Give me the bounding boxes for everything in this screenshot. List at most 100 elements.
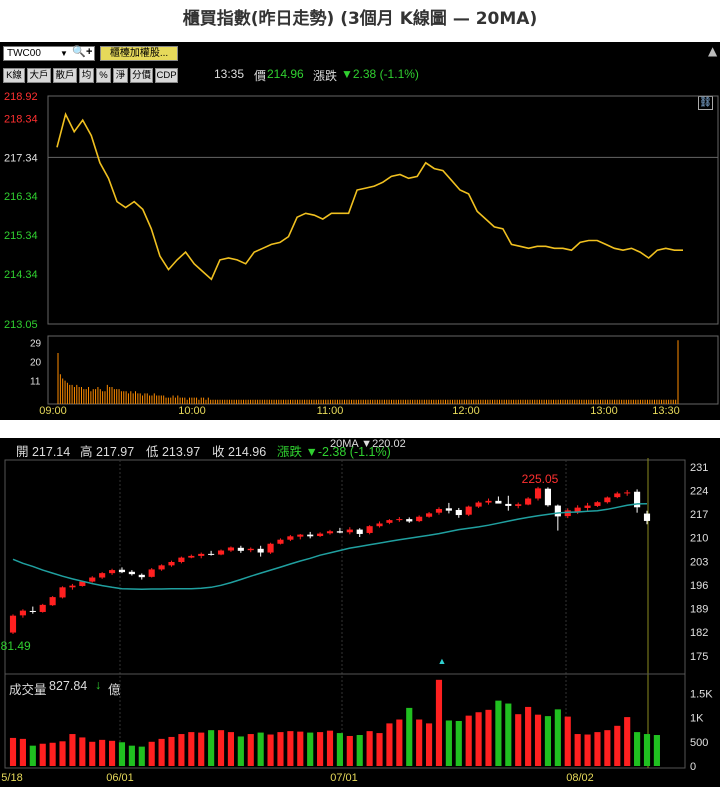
- price-plot-frame: [47, 95, 719, 325]
- volume-bar: [19, 738, 26, 766]
- volume-bar: [515, 714, 522, 766]
- x-tick-label: 5/18: [1, 772, 22, 784]
- volume-bar: [188, 732, 195, 766]
- volume-bar: [326, 730, 334, 766]
- max-annotation: 225.05: [522, 472, 559, 486]
- y-tick-label: 214.34: [4, 269, 38, 281]
- candle-up: [247, 548, 254, 551]
- candle-up: [59, 587, 66, 598]
- x-tick-label: 12:00: [452, 405, 480, 417]
- y-tick-label: 213.05: [4, 319, 38, 331]
- volume-bar: [544, 716, 552, 766]
- candle-up: [39, 604, 46, 612]
- volume-bar: [594, 732, 601, 766]
- candle-up: [217, 550, 225, 555]
- y-tick-label: 217.34: [4, 152, 38, 164]
- y-tick-label: 175: [690, 651, 708, 663]
- candle-up: [49, 597, 56, 606]
- volume-bar: [49, 742, 56, 766]
- candle-up: [158, 565, 165, 570]
- volume-bar: [59, 741, 66, 766]
- volume-bar: [406, 707, 413, 766]
- volume-bar: [624, 717, 631, 766]
- volume-bar: [614, 725, 621, 766]
- volume-bar: [634, 732, 641, 766]
- y-tick-label: 224: [690, 485, 708, 497]
- candle-up: [594, 502, 601, 506]
- candle-up: [485, 500, 492, 503]
- volume-bar: [168, 736, 175, 766]
- volume-bar: [386, 723, 393, 766]
- volume-bar: [425, 723, 433, 766]
- volume-bar: [564, 716, 571, 766]
- candle-up: [435, 508, 443, 513]
- ma20-line: [12, 503, 648, 591]
- candle-up: [277, 539, 284, 544]
- y-tick-label: 218.34: [4, 114, 38, 126]
- volume-bar: [267, 734, 274, 766]
- candle-up: [475, 502, 482, 507]
- candle-up: [89, 577, 96, 582]
- candle-down: [128, 571, 135, 575]
- page-title: 櫃買指數(昨日走勢) (3個月 K線圖 — 20MA): [182, 9, 538, 29]
- y-tick-label: 203: [690, 556, 708, 568]
- volume-bar: [29, 745, 36, 766]
- volume-bar: [336, 733, 343, 766]
- volume-bar: [9, 737, 17, 766]
- volume-bar: [317, 732, 324, 766]
- volume-bar: [217, 730, 225, 766]
- volume-bar: [574, 734, 581, 766]
- marker-icon: ▲: [438, 656, 447, 666]
- candle-up: [227, 547, 235, 551]
- volume-bar: [604, 730, 611, 766]
- x-tick-label: 07/01: [330, 772, 358, 784]
- volume-bar: [148, 741, 155, 766]
- min-annotation: 181.49: [0, 639, 31, 653]
- volume-bar: [475, 712, 482, 766]
- volume-tick-label: 500: [690, 737, 708, 749]
- y-tick-label: 182: [690, 627, 708, 639]
- y-tick-label: 210: [690, 533, 708, 545]
- candle-up: [99, 573, 106, 578]
- candle-down: [455, 509, 462, 516]
- volume-bar: [445, 720, 452, 766]
- price-line: [56, 112, 683, 281]
- volume-bar: [366, 731, 373, 766]
- y-tick-label: 231: [690, 462, 708, 474]
- volume-tick-label: 11: [30, 377, 41, 388]
- volume-bar: [227, 732, 235, 766]
- kline-panel: 開 217.14 高 217.97 低 213.97 收 214.96 漲跌 ▼…: [0, 438, 720, 787]
- volume-bar: [297, 731, 304, 766]
- candle-up: [188, 555, 195, 558]
- x-tick-label: 11:00: [317, 405, 344, 417]
- y-tick-label: 215.34: [4, 230, 38, 242]
- volume-bar: [257, 732, 264, 766]
- volume-bar: [485, 709, 492, 766]
- y-tick-label: 218.92: [4, 91, 38, 103]
- candle-down: [544, 488, 552, 506]
- candle-up: [198, 553, 205, 556]
- candle-down: [643, 513, 651, 521]
- candle-up: [584, 505, 591, 508]
- candle-up: [525, 498, 532, 505]
- candle-up: [604, 497, 611, 503]
- candle-up: [515, 504, 522, 506]
- y-tick-label: 216.34: [4, 191, 38, 203]
- volume-bar: [416, 719, 423, 766]
- candle-down: [29, 610, 36, 612]
- x-tick-label: 06/01: [106, 772, 134, 784]
- candle-up: [267, 543, 274, 553]
- candle-down: [356, 529, 363, 534]
- candle-down: [118, 569, 126, 573]
- candle-up: [178, 557, 185, 562]
- candle-up: [416, 516, 423, 522]
- volume-bar: [79, 737, 86, 766]
- candle-down: [505, 503, 512, 506]
- kline-chart: 231 224 217 210 203 196 189 182 175 225.05 181.49 ▲…: [0, 458, 713, 784]
- volume-tick-label: 29: [30, 338, 42, 349]
- candle-down: [554, 505, 561, 517]
- candle-down: [406, 519, 413, 522]
- candle-up: [297, 534, 304, 537]
- volume-bar: [118, 742, 126, 766]
- candle-up: [19, 610, 26, 616]
